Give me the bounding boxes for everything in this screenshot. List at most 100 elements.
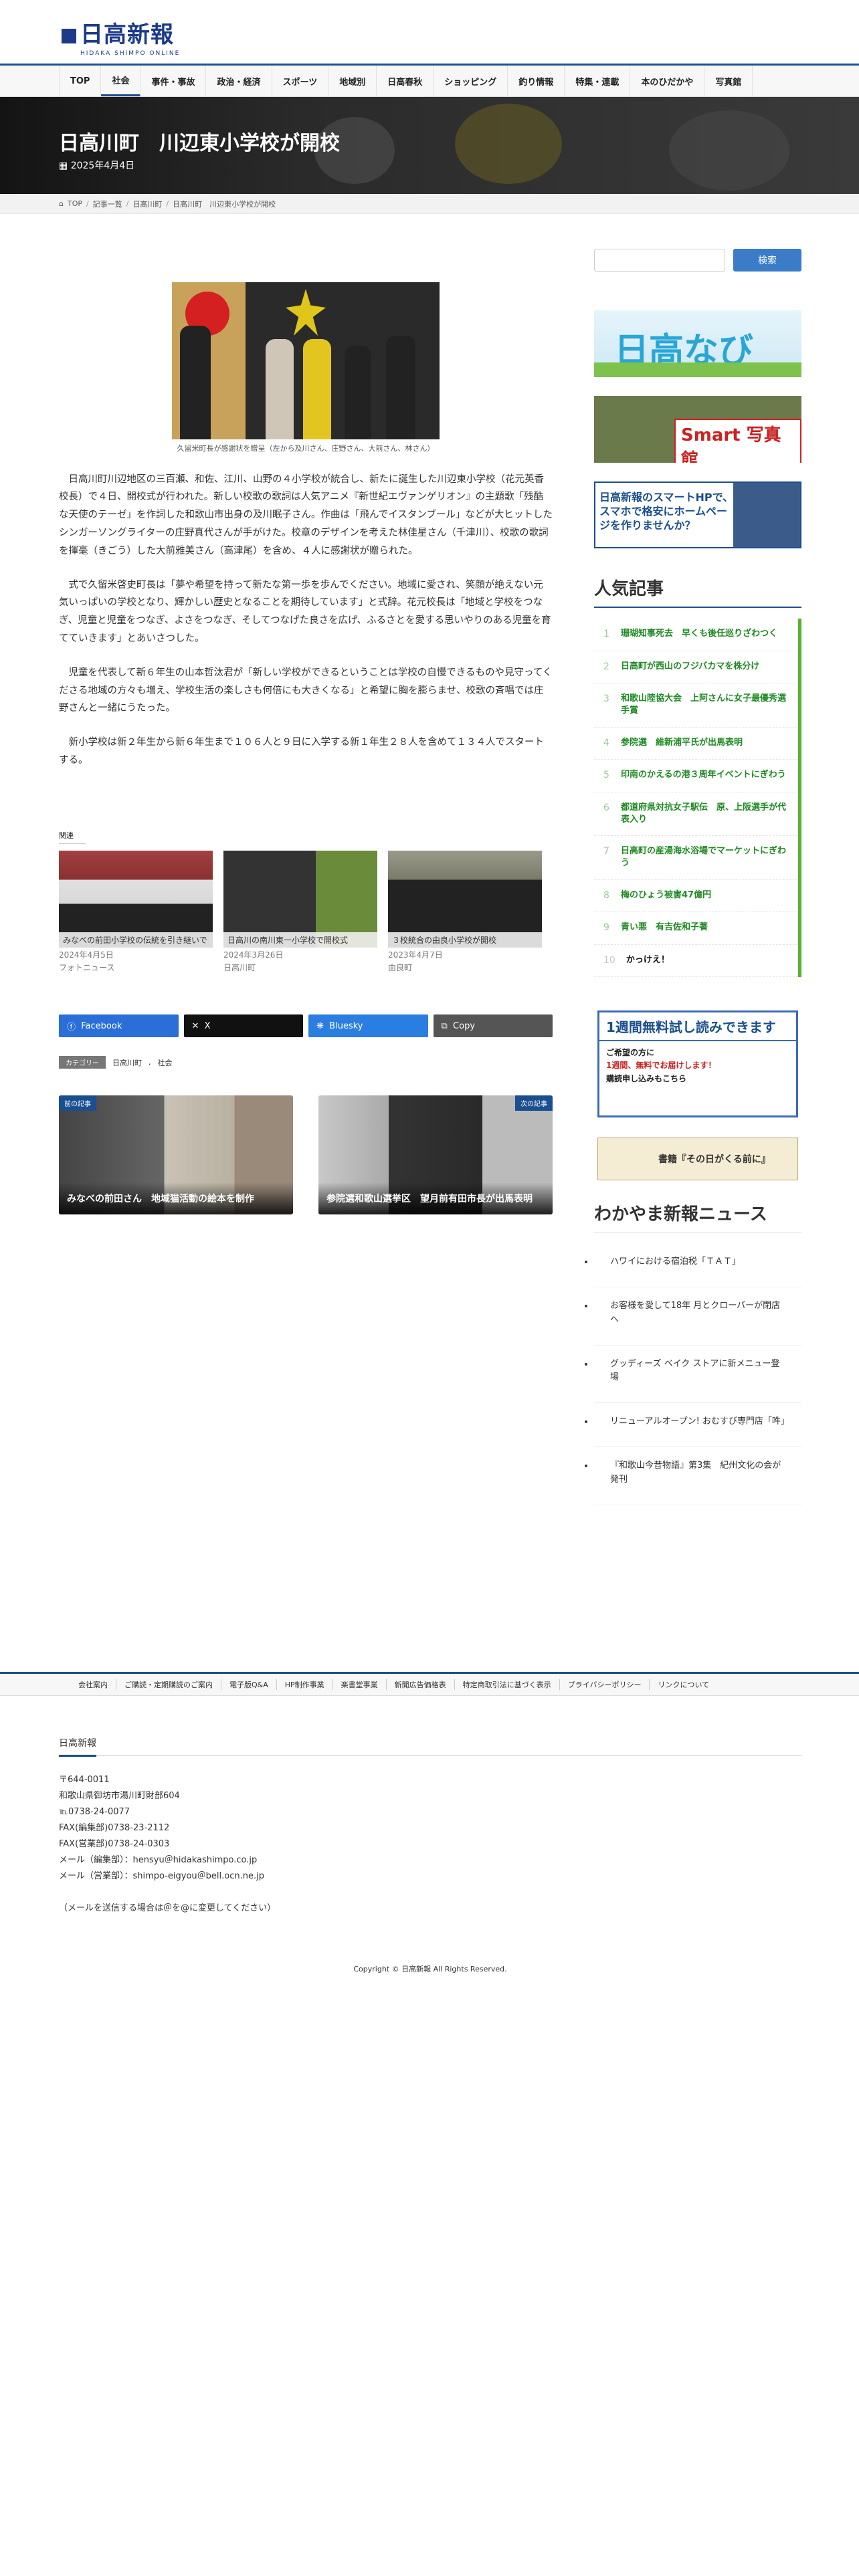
popular-item[interactable]: 1 珊瑚知事死去 早くも後任巡りざわつく [594, 619, 798, 651]
smart-photo-text: Smart 写真館 [674, 419, 801, 463]
site-logo[interactable]: 日高新報 HIDAKA SHIMPO ONLINE [62, 16, 180, 57]
hidaka-navi-banner[interactable]: 日高なび [594, 310, 801, 377]
free-trial-banner[interactable]: 1週間無料試し読みできます ご希望の方に 1週間、無料でお届けします！ 購読申し込み… [597, 1010, 798, 1118]
popular-title[interactable]: かっけえ！ [626, 954, 794, 968]
nav-features[interactable]: 特集・連載 [565, 66, 631, 96]
prev-article-card[interactable]: 前の記事 みなべの前田さん 地域猫活動の絵本を制作 [59, 1095, 293, 1215]
category-label: カテゴリー [59, 1056, 106, 1069]
related-thumbnail[interactable]: ３校統合の由良小学校が開校 [388, 850, 542, 948]
popular-item[interactable]: 5 印南のかえるの港３周年イベントにぎわう [594, 760, 798, 792]
footer-link[interactable]: 電子版Q&A [221, 1679, 277, 1690]
share-x-button[interactable]: ✕ X [183, 1014, 303, 1038]
wakayama-news-item[interactable]: お客様を愛して18年 月とクローバーが閉店へ [594, 1287, 801, 1346]
popular-item[interactable]: 4 参院選 維新浦平氏が出馬表明 [594, 728, 798, 760]
related-title[interactable]: ３校統合の由良小学校が開校 [388, 932, 542, 948]
copy-link-button[interactable]: ⧉ Copy [433, 1014, 553, 1038]
footer-link[interactable]: 新聞広告価格表 [387, 1679, 455, 1690]
related-item[interactable]: ３校統合の由良小学校が開校 2023年4月7日 由良町 [388, 850, 542, 974]
popular-item[interactable]: 7 日高町の産湯海水浴場でマーケットにぎわう [594, 836, 798, 880]
x-icon: ✕ [191, 1021, 205, 1031]
logo-subtitle: HIDAKA SHIMPO ONLINE [80, 50, 181, 57]
article-paragraph: 新小学校は新２年生から新６年生まで１０６人と９日に入学する新１年生２８人を含めて… [59, 737, 544, 766]
smart-hp-banner[interactable]: 日高新報のスマートHPで、スマホで格安にホームページを作りませんか？ [594, 481, 801, 548]
share-facebook-button[interactable]: ⓕ Facebook [59, 1014, 179, 1038]
search-button[interactable]: 検索 [733, 249, 801, 272]
related-title[interactable]: みなべの前田小学校の伝統を引き継いで [59, 932, 213, 948]
site-header: 日高新報 HIDAKA SHIMPO ONLINE [0, 0, 859, 64]
popular-title[interactable]: 梅のひょう被害47億円 [621, 889, 794, 903]
free-trial-line: 1週間、無料でお届けします！ [606, 1061, 717, 1071]
post-date: ▦ 2025年4月4日 [59, 158, 134, 172]
popular-item[interactable]: 3 和歌山陸協大会 上阿さんに女子最優秀選手賞 [594, 683, 798, 728]
footer-link[interactable]: プライバシーポリシー [560, 1679, 650, 1690]
footer-link[interactable]: 特定商取引法に基づく表示 [455, 1679, 560, 1690]
footer-line: 〒644-0011 [59, 1775, 110, 1785]
wakayama-news-item[interactable]: 『和歌山今昔物語』第3集 紀州文化の会が発刊 [594, 1447, 801, 1505]
nav-top[interactable]: TOP [59, 66, 102, 96]
popular-title[interactable]: 参院選 維新浦平氏が出馬表明 [621, 737, 794, 750]
share-bluesky-button[interactable]: ❋ Bluesky [308, 1014, 428, 1038]
popular-title[interactable]: 珊瑚知事死去 早くも後任巡りざわつく [621, 628, 794, 641]
nav-region[interactable]: 地域別 [328, 66, 377, 96]
popular-item[interactable]: 8 梅のひょう被害47億円 [594, 880, 798, 913]
related-heading: 関連 [59, 830, 86, 844]
related-thumbnail[interactable]: みなべの前田小学校の伝統を引き継いで [59, 850, 213, 948]
popular-item[interactable]: 6 都道府県対抗女子駅伝 原、上阪選手が代表入り [594, 792, 798, 837]
popular-title[interactable]: 日高町の産湯海水浴場でマーケットにぎわう [621, 845, 794, 869]
next-article-title[interactable]: 参院選和歌山選挙区 望月前有田市長が出馬表明 [318, 1182, 553, 1215]
popular-title[interactable]: 印南のかえるの港３周年イベントにぎわう [621, 769, 794, 782]
related-title[interactable]: 日高川の南川東一小学校で開校式 [223, 932, 377, 948]
wakayama-news-item[interactable]: ハワイにおける宿泊税「ＴＡＴ」 [594, 1243, 801, 1288]
related-category: フォトニュース [59, 963, 115, 973]
footer-line: メール（編集部）：hensyu＠hidakashimpo.co.jp [59, 1855, 258, 1866]
next-article-card[interactable]: 次の記事 参院選和歌山選挙区 望月前有田市長が出馬表明 [318, 1095, 553, 1215]
breadcrumb: ⌂ TOP / 記事一覧 / 日高川町 / 日高川町 川辺東小学校が開校 [0, 194, 859, 214]
related-date: 2023年4月7日 [388, 950, 443, 960]
footer-link[interactable]: 楽書堂事業 [333, 1679, 387, 1690]
related-category: 由良町 [388, 963, 413, 973]
search-input[interactable] [594, 249, 725, 272]
footer-link[interactable]: HP制作事業 [277, 1679, 333, 1690]
category-link[interactable]: 社会 [158, 1057, 173, 1068]
popular-title[interactable]: 都道府県対抗女子駅伝 原、上阪選手が代表入り [621, 802, 794, 826]
footer-company-name: 日高新報 [59, 1736, 96, 1757]
popular-title[interactable]: 和歌山陸協大会 上阿さんに女子最優秀選手賞 [621, 693, 794, 717]
related-item[interactable]: みなべの前田小学校の伝統を引き継いで 2024年4月5日 フォトニュース [59, 850, 213, 974]
book-banner[interactable]: 書籍『その日がくる前に』 [597, 1138, 798, 1181]
nav-society[interactable]: 社会 [101, 66, 141, 96]
nav-photos[interactable]: 写真館 [704, 66, 753, 96]
popular-item[interactable]: 9 青い悪 有吉佐和子著 [594, 912, 798, 945]
footer-link[interactable]: リンクについて [650, 1679, 717, 1690]
prev-article-title[interactable]: みなべの前田さん 地域猫活動の絵本を制作 [59, 1182, 293, 1215]
nav-incidents[interactable]: 事件・事故 [140, 66, 207, 96]
popular-item[interactable]: 2 日高町が西山のフジバカマを株分け [594, 651, 798, 684]
related-thumbnail[interactable]: 日高川の南川東一小学校で開校式 [223, 850, 377, 948]
nav-shopping[interactable]: ショッピング [434, 66, 508, 96]
nav-politics[interactable]: 政治・経済 [206, 66, 272, 96]
breadcrumb-list[interactable]: 記事一覧 [93, 199, 122, 209]
related-item[interactable]: 日高川の南川東一小学校で開校式 2024年3月26日 日高川町 [223, 850, 377, 974]
footer-link[interactable]: 会社案内 [70, 1679, 116, 1690]
search-form: 検索 [594, 249, 801, 272]
breadcrumb-top[interactable]: TOP [68, 199, 82, 208]
popular-title[interactable]: 日高町が西山のフジバカマを株分け [621, 661, 794, 674]
popular-title[interactable]: 青い悪 有吉佐和子著 [621, 922, 794, 935]
category-link[interactable]: 日高川町 [112, 1057, 142, 1068]
post-date-text: 2025年4月4日 [70, 160, 135, 171]
smart-photo-banner[interactable]: Smart 写真館 [594, 396, 801, 463]
wakayama-news-item[interactable]: グッディーズ ベイク ストアに新メニュー登場 [594, 1346, 801, 1404]
related-date: 2024年3月26日 [223, 950, 284, 960]
footer-link[interactable]: ご購読・定期購読のご案内 [116, 1679, 221, 1690]
nav-column[interactable]: 日高春秋 [377, 66, 434, 96]
free-trial-line: ご希望の方に [606, 1048, 655, 1058]
related-date: 2024年4月5日 [59, 950, 114, 960]
breadcrumb-category[interactable]: 日高川町 [132, 199, 162, 209]
global-nav: TOP 社会 事件・事故 政治・経済 スポーツ 地域別 日高春秋 ショッピング … [0, 64, 859, 97]
wakayama-news-item[interactable]: リニューアルオープン! おむすび専門店「吽」 [594, 1403, 801, 1448]
article-photo[interactable] [172, 282, 440, 439]
article-paragraph: 日高川町川辺地区の三百瀬、和佐、江川、山野の４小学校が統合し、新たに誕生した川辺… [59, 473, 553, 556]
nav-sports[interactable]: スポーツ [272, 66, 329, 96]
nav-bookstore[interactable]: 本のひだかや [630, 66, 705, 96]
popular-item[interactable]: 10 かっけえ！ [594, 945, 798, 978]
nav-fishing[interactable]: 釣り情報 [508, 66, 565, 96]
